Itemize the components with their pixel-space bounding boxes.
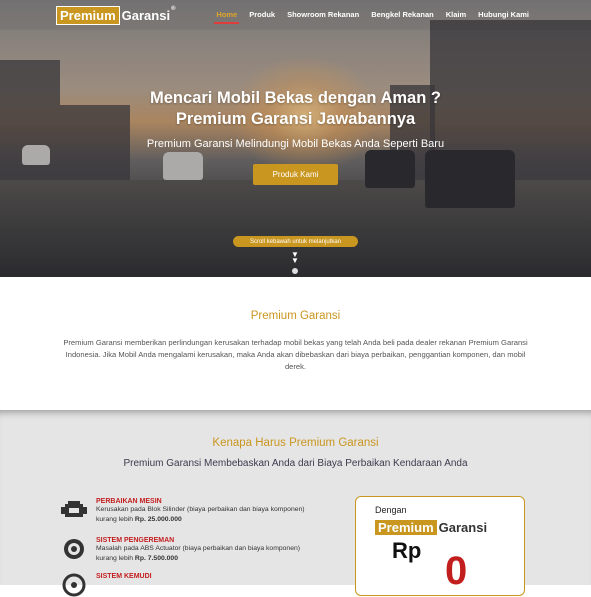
card-logo: Premium Garansi [375, 520, 487, 535]
brand-logo[interactable]: Premium Garansi ® [56, 5, 175, 25]
nav-produk[interactable]: Produk [243, 0, 281, 30]
about-title: Premium Garansi [250, 310, 341, 322]
nav-hubungi-kami[interactable]: Hubungi Kami [472, 0, 535, 30]
main-nav: Home Produk Showroom Rekanan Bengkel Rek… [210, 0, 535, 30]
brake-disc-icon [58, 537, 90, 561]
why-subtitle: Premium Garansi Membebaskan Anda dari Bi… [123, 458, 468, 469]
zero-cost-card: Dengan Premium Garansi Rp 0 [355, 496, 525, 596]
scroll-hint[interactable]: Scroll kebawah untuk melanjutkan [233, 236, 358, 247]
why-title: Kenapa Harus Premium Garansi [212, 437, 379, 449]
slider-dot[interactable] [292, 268, 298, 274]
engine-icon [58, 498, 90, 522]
chevron-down-icon[interactable]: ▼ ▼ [289, 251, 301, 265]
nav-home[interactable]: Home [210, 0, 243, 30]
feature-steering: SISTEM KEMUDI [58, 573, 152, 597]
produk-kami-button[interactable]: Produk Kami [253, 164, 338, 185]
about-section: Premium Garansi Premium Garansi memberik… [0, 277, 591, 410]
steering-wheel-icon [58, 573, 90, 597]
nav-bengkel-rekanan[interactable]: Bengkel Rekanan [365, 0, 440, 30]
hero-subtitle: Premium Garansi Melindungi Mobil Bekas A… [146, 138, 445, 150]
about-body: Premium Garansi memberikan perlindungan … [63, 338, 528, 371]
nav-klaim[interactable]: Klaim [440, 0, 472, 30]
feature-brake: SISTEM PENGEREMAN Masalah pada ABS Actua… [58, 537, 321, 564]
top-navbar: Premium Garansi ® Home Produk Showroom R… [0, 0, 591, 30]
hero-banner: Premium Garansi ® Home Produk Showroom R… [0, 0, 591, 277]
hero-title: Mencari Mobil Bekas dengan Aman ? Premiu… [150, 89, 441, 128]
nav-showroom-rekanan[interactable]: Showroom Rekanan [281, 0, 365, 30]
feature-engine: PERBAIKAN MESIN Kerusakan pada Blok Sili… [58, 498, 321, 525]
